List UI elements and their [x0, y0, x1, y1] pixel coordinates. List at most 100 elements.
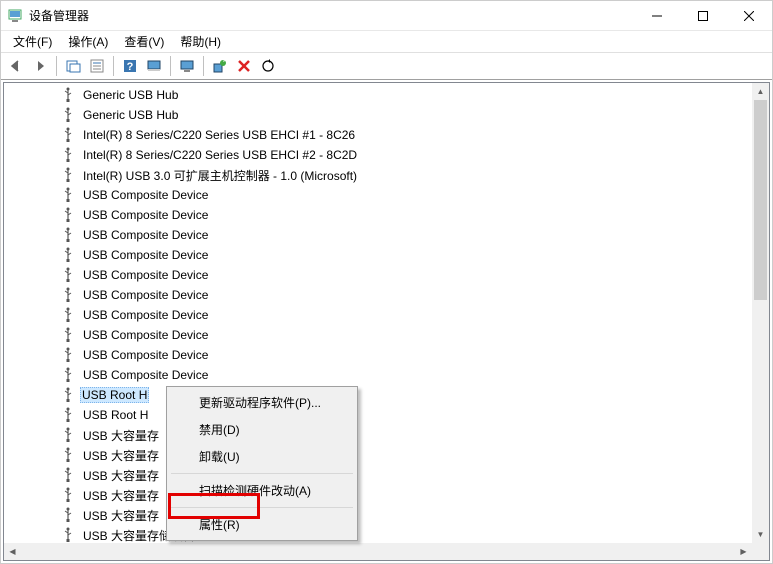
remove-button[interactable]: [233, 55, 255, 77]
tree-item-label: USB 大容量存: [80, 485, 162, 506]
toolbar-separator: [56, 56, 57, 76]
horizontal-scrollbar[interactable]: ◀ ▶: [4, 543, 752, 560]
usb-device-icon: [60, 107, 76, 123]
properties-button[interactable]: [86, 55, 108, 77]
toolbar-separator: [203, 56, 204, 76]
cm-properties[interactable]: 属性(R): [169, 511, 355, 538]
window-controls: [634, 1, 772, 31]
usb-device-icon: [60, 447, 76, 463]
tree-item[interactable]: Intel(R) USB 3.0 可扩展主机控制器 - 1.0 (Microso…: [4, 165, 769, 185]
menu-action[interactable]: 操作(A): [60, 31, 116, 52]
tree-item[interactable]: USB 大容量存: [4, 505, 769, 525]
tree-item-label: Generic USB Hub: [80, 86, 181, 104]
close-button[interactable]: [726, 1, 772, 31]
console-button[interactable]: [143, 55, 165, 77]
scroll-down-button[interactable]: ▼: [752, 526, 769, 543]
tree-item[interactable]: Generic USB Hub: [4, 105, 769, 125]
tree-item-label: USB Composite Device: [80, 246, 211, 264]
tree-item-label: USB Composite Device: [80, 346, 211, 364]
vertical-scrollbar[interactable]: ▲ ▼: [752, 83, 769, 543]
tree-item[interactable]: USB Composite Device: [4, 245, 769, 265]
scan-hardware-button[interactable]: [209, 55, 231, 77]
toolbar-separator: [170, 56, 171, 76]
device-tree[interactable]: Generic USB Hub Generic USB Hub Intel(R)…: [4, 83, 769, 560]
tree-item[interactable]: USB Composite Device: [4, 205, 769, 225]
tree-item[interactable]: USB 大容量存: [4, 445, 769, 465]
maximize-button[interactable]: [680, 1, 726, 31]
usb-device-icon: [60, 507, 76, 523]
tree-item[interactable]: Intel(R) 8 Series/C220 Series USB EHCI #…: [4, 125, 769, 145]
tree-item-label: USB 大容量存: [80, 425, 162, 446]
tree-item[interactable]: USB Composite Device: [4, 265, 769, 285]
tree-item[interactable]: USB 大容量存: [4, 425, 769, 445]
show-hidden-button[interactable]: [62, 55, 84, 77]
tree-item[interactable]: USB 大容量存: [4, 465, 769, 485]
tree-item[interactable]: Intel(R) 8 Series/C220 Series USB EHCI #…: [4, 145, 769, 165]
tree-item[interactable]: USB Composite Device: [4, 345, 769, 365]
tree-item[interactable]: USB 大容量存: [4, 485, 769, 505]
tree-item-label: USB Composite Device: [80, 206, 211, 224]
tree-item[interactable]: USB Composite Device: [4, 325, 769, 345]
tree-item-label: USB Root H: [80, 406, 151, 424]
usb-device-icon: [60, 407, 76, 423]
menu-file[interactable]: 文件(F): [5, 31, 60, 52]
monitor-button[interactable]: [176, 55, 198, 77]
cm-update-driver[interactable]: 更新驱动程序软件(P)...: [169, 389, 355, 416]
content-area: Generic USB Hub Generic USB Hub Intel(R)…: [1, 80, 772, 563]
forward-button[interactable]: [29, 55, 51, 77]
tree-item[interactable]: Generic USB Hub: [4, 85, 769, 105]
tree-item-label: USB 大容量存: [80, 445, 162, 466]
tree-item[interactable]: USB Composite Device: [4, 365, 769, 385]
tree-item-label: Intel(R) 8 Series/C220 Series USB EHCI #…: [80, 146, 360, 164]
menu-bar: 文件(F) 操作(A) 查看(V) 帮助(H): [1, 31, 772, 52]
usb-device-icon: [60, 167, 76, 183]
scroll-corner: [752, 543, 769, 560]
cm-uninstall[interactable]: 卸载(U): [169, 443, 355, 470]
usb-device-icon: [60, 387, 76, 403]
scroll-left-button[interactable]: ◀: [4, 543, 21, 560]
menu-view[interactable]: 查看(V): [116, 31, 172, 52]
tree-item-label: USB Composite Device: [80, 326, 211, 344]
tree-item[interactable]: USB Composite Device: [4, 225, 769, 245]
tree-item-label: USB 大容量存: [80, 465, 162, 486]
scroll-track[interactable]: [752, 100, 769, 526]
svg-text:?: ?: [127, 61, 134, 73]
tree-item-label: USB Composite Device: [80, 186, 211, 204]
tree-item-label: USB Root H: [80, 387, 149, 403]
usb-device-icon: [60, 187, 76, 203]
cm-disable[interactable]: 禁用(D): [169, 416, 355, 443]
tree-item[interactable]: USB Composite Device: [4, 185, 769, 205]
usb-device-icon: [60, 147, 76, 163]
usb-device-icon: [60, 427, 76, 443]
back-button[interactable]: [5, 55, 27, 77]
tree-item-label: Generic USB Hub: [80, 106, 181, 124]
scroll-track[interactable]: [21, 543, 735, 560]
usb-device-icon: [60, 287, 76, 303]
cm-separator: [171, 507, 353, 508]
tree-item[interactable]: USB Root H: [4, 405, 769, 425]
usb-device-icon: [60, 527, 76, 543]
tree-item-label: USB Composite Device: [80, 226, 211, 244]
usb-device-icon: [60, 267, 76, 283]
tree-item[interactable]: USB Composite Device: [4, 285, 769, 305]
usb-device-icon: [60, 247, 76, 263]
usb-device-icon: [60, 347, 76, 363]
usb-device-icon: [60, 487, 76, 503]
usb-device-icon: [60, 367, 76, 383]
menu-help[interactable]: 帮助(H): [172, 31, 229, 52]
cm-scan-hardware[interactable]: 扫描检测硬件改动(A): [169, 477, 355, 504]
tree-item[interactable]: USB 大容量存储设备: [4, 525, 769, 545]
tree-item[interactable]: USB Root H: [4, 385, 769, 405]
scroll-thumb[interactable]: [754, 100, 767, 300]
tree-item[interactable]: USB Composite Device: [4, 305, 769, 325]
usb-device-icon: [60, 327, 76, 343]
minimize-button[interactable]: [634, 1, 680, 31]
cm-separator: [171, 473, 353, 474]
scroll-right-button[interactable]: ▶: [735, 543, 752, 560]
help-button[interactable]: ?: [119, 55, 141, 77]
tree-item-label: Intel(R) USB 3.0 可扩展主机控制器 - 1.0 (Microso…: [80, 165, 360, 186]
scroll-up-button[interactable]: ▲: [752, 83, 769, 100]
tree-item-label: Intel(R) 8 Series/C220 Series USB EHCI #…: [80, 126, 358, 144]
usb-device-icon: [60, 207, 76, 223]
refresh-button[interactable]: [257, 55, 279, 77]
